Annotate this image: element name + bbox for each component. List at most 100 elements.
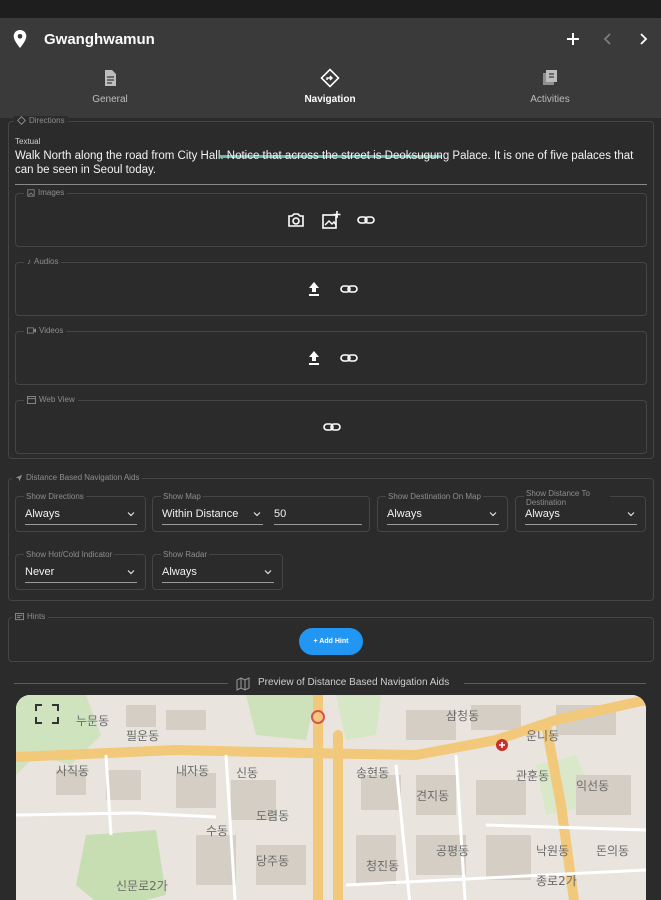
camera-icon [288, 213, 304, 227]
svg-text:낙원동: 낙원동 [536, 844, 569, 858]
preview-header: Preview of Distance Based Navigation Aid… [14, 677, 646, 691]
svg-text:견지동: 견지동 [416, 789, 449, 803]
field-label: Show Hot/Cold Indicator [24, 550, 115, 559]
tab-bar: General Navigation Activities [0, 60, 661, 158]
title-row: Gwanghwamun [0, 18, 661, 60]
directions-icon [17, 116, 26, 126]
show-directions-select[interactable]: Always [25, 505, 137, 525]
link-icon [323, 423, 341, 431]
select-value: Always [25, 508, 60, 520]
svg-text:신문로2가: 신문로2가 [116, 879, 168, 893]
select-value: Within Distance [162, 508, 239, 520]
map-distance-input[interactable]: 50 [274, 505, 362, 525]
tab-navigation[interactable]: Navigation [220, 60, 440, 118]
svg-text:누문동: 누문동 [76, 714, 109, 728]
add-hint-button[interactable]: + Add Hint [299, 628, 363, 655]
chevron-down-icon [627, 512, 635, 517]
svg-text:운니동: 운니동 [526, 729, 559, 743]
audio-link-button[interactable] [339, 279, 359, 299]
image-icon [27, 189, 35, 197]
map-canvas: 누문동필운동 사직동 내자동 신동 송현동 삼청동운니동 관훈동익선동 수동도렴동 … [16, 695, 646, 900]
hint-icon [15, 612, 24, 621]
plus-icon [567, 33, 579, 45]
map-icon [236, 677, 250, 691]
image-link-button[interactable] [356, 210, 376, 230]
directions-section-label: Directions [14, 116, 68, 126]
svg-text:돈의동: 돈의동 [596, 844, 629, 858]
tab-label: Navigation [304, 94, 356, 105]
svg-text:도렴동: 도렴동 [256, 809, 289, 823]
divider [464, 683, 646, 684]
textual-label: Textual [15, 137, 41, 146]
link-icon [340, 285, 358, 293]
audio-upload-button[interactable] [304, 279, 324, 299]
svg-text:송현동: 송현동 [356, 766, 389, 780]
upload-icon [309, 282, 319, 296]
images-label: Images [24, 188, 68, 197]
audios-label: ♪ Audios [24, 257, 62, 266]
directions-icon [320, 68, 340, 88]
tab-activities[interactable]: Activities [440, 60, 660, 118]
field-label: Show Directions [24, 492, 86, 501]
next-button[interactable] [632, 28, 654, 50]
svg-text:관훈동: 관훈동 [516, 769, 549, 783]
previous-button[interactable] [597, 28, 619, 50]
chevron-down-icon [264, 570, 272, 575]
link-icon [357, 216, 375, 224]
web-icon [27, 395, 36, 404]
video-upload-button[interactable] [304, 348, 324, 368]
svg-text:내자동: 내자동 [176, 764, 209, 778]
webview-link-button[interactable] [322, 417, 342, 437]
select-value: Never [25, 566, 55, 578]
svg-text:필운동: 필운동 [126, 729, 159, 743]
svg-text:사직동: 사직동 [56, 764, 89, 778]
video-link-button[interactable] [339, 348, 359, 368]
tab-general[interactable]: General [0, 60, 220, 118]
svg-text:익선동: 익선동 [576, 779, 609, 793]
field-label: Show Map [161, 492, 203, 501]
show-radar-field: Show Radar Always [152, 550, 283, 590]
textual-directions-field[interactable]: Walk North along the road from City Hall… [15, 149, 647, 177]
show-destination-select[interactable]: Always [387, 505, 499, 525]
webview-label: Web View [24, 395, 78, 404]
navigation-arrow-icon [15, 474, 23, 482]
webview-box: Web View [15, 395, 647, 454]
field-label: Show Destination On Map [386, 492, 483, 501]
video-icon [27, 327, 36, 334]
chevron-down-icon [253, 512, 261, 517]
text-underline [15, 184, 647, 185]
tab-label: Activities [530, 94, 570, 105]
map-preview[interactable]: 누문동 필운동 사직동 내자동 신동 송현동 삼청동 운니동 관훈동 익선동 수동 도렴동 … [16, 695, 646, 900]
videos-label: Videos [24, 326, 67, 335]
show-hotcold-select[interactable]: Never [25, 563, 137, 583]
show-directions-field: Show Directions Always [15, 492, 146, 532]
show-distance-select[interactable]: Always [525, 505, 637, 525]
page-title: Gwanghwamun [44, 31, 155, 48]
svg-text:삼청동: 삼청동 [446, 709, 479, 723]
app-bar: Gwanghwamun General Navigation Activitie… [0, 18, 661, 158]
svg-text:수동: 수동 [206, 824, 228, 838]
field-label: Show Radar [161, 550, 210, 559]
chevron-left-icon [603, 33, 611, 45]
location-pin-icon [13, 30, 27, 48]
videos-box: Videos [15, 326, 647, 385]
add-photo-button[interactable] [321, 210, 341, 230]
show-destination-field: Show Destination On Map Always [377, 492, 508, 532]
activities-icon [543, 70, 557, 85]
link-icon [340, 354, 358, 362]
show-map-field: Show Map Within Distance 50 [152, 492, 370, 532]
svg-text:공평동: 공평동 [436, 844, 469, 858]
show-radar-select[interactable]: Always [162, 563, 274, 583]
divider [14, 683, 228, 684]
svg-text:청진동: 청진동 [366, 859, 399, 873]
select-value: Always [162, 566, 197, 578]
chevron-down-icon [127, 512, 135, 517]
preview-title: Preview of Distance Based Navigation Aid… [258, 677, 450, 688]
chevron-down-icon [489, 512, 497, 517]
hints-section-label: Hints [12, 612, 49, 621]
show-map-select[interactable]: Within Distance [162, 505, 263, 525]
add-button[interactable] [562, 28, 584, 50]
chevron-right-icon [640, 33, 648, 45]
add-photo-icon [322, 211, 341, 229]
camera-button[interactable] [286, 210, 306, 230]
